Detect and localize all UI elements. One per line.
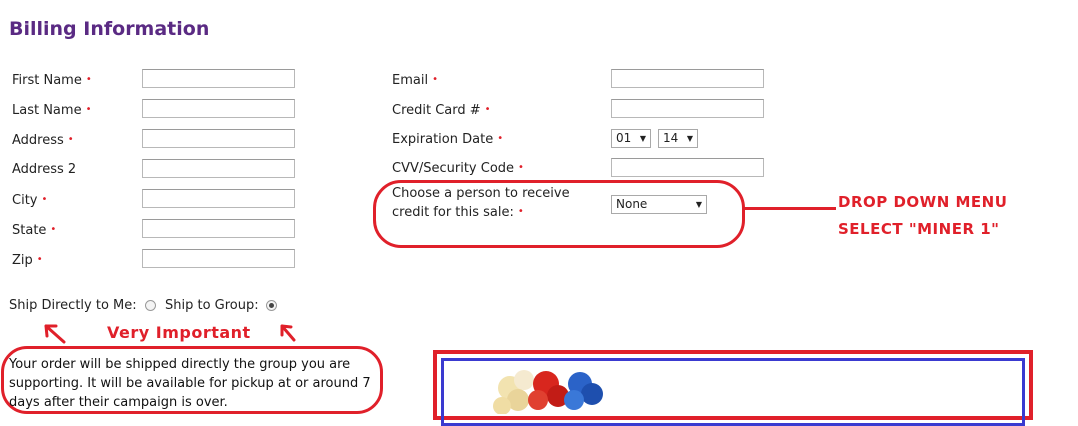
required-marker: •: [36, 254, 43, 265]
city-label: City •: [12, 193, 48, 208]
dropdown-annotation-line2: SELECT "MINER 1": [838, 220, 1000, 238]
state-label: State •: [12, 223, 57, 238]
email-label: Email •: [392, 73, 438, 88]
dropdown-annotation-line1: DROP DOWN MENU: [838, 193, 1008, 211]
annotation-connector-line: [744, 207, 836, 210]
cvv-label: CVV/Security Code •: [392, 161, 524, 176]
popcorn-kernel: [581, 383, 603, 405]
popcorn-kernel: [564, 390, 584, 410]
popcorn-image: [493, 370, 603, 414]
radio-selected-dot: [269, 303, 274, 308]
last-name-input[interactable]: [142, 99, 295, 118]
required-marker: •: [85, 74, 92, 85]
arrow-left-icon: [44, 324, 66, 344]
first-name-label: First Name •: [12, 73, 92, 88]
popcorn-kernel: [514, 370, 534, 390]
ship-group-radio[interactable]: [266, 300, 277, 311]
ship-direct-label: Ship Directly to Me:: [9, 298, 137, 313]
required-marker: •: [432, 74, 438, 85]
cvv-input[interactable]: [611, 158, 764, 177]
chevron-down-icon: ▼: [686, 134, 693, 143]
required-marker: •: [67, 134, 74, 145]
zip-label: Zip •: [12, 253, 43, 268]
credit-card-input[interactable]: [611, 99, 764, 118]
expiration-month-select[interactable]: 01 ▼: [611, 129, 651, 148]
required-marker: •: [518, 162, 524, 173]
address-label: Address •: [12, 133, 74, 148]
dropdown-highlight-ellipse: [373, 180, 745, 248]
credit-card-label: Credit Card # •: [392, 103, 491, 118]
address-input[interactable]: [142, 129, 295, 148]
email-input[interactable]: [611, 69, 764, 88]
ship-group-label: Ship to Group:: [165, 298, 259, 313]
city-input[interactable]: [142, 189, 295, 208]
required-marker: •: [484, 104, 491, 115]
ship-direct-radio[interactable]: [145, 300, 156, 311]
expiration-label: Expiration Date •: [392, 132, 504, 147]
popcorn-kernel: [528, 390, 548, 410]
required-marker: •: [85, 104, 92, 115]
first-name-input[interactable]: [142, 69, 295, 88]
state-input[interactable]: [142, 219, 295, 238]
shipping-notice: Your order will be shipped directly the …: [9, 357, 371, 410]
zip-input[interactable]: [142, 249, 295, 268]
expiration-year-select[interactable]: 14 ▼: [658, 129, 698, 148]
page-title: Billing Information: [9, 18, 210, 40]
address2-label: Address 2: [12, 162, 77, 177]
expiration-year-value: 14: [663, 131, 679, 145]
chevron-down-icon: ▼: [639, 134, 646, 143]
required-marker: •: [41, 194, 48, 205]
last-name-label: Last Name •: [12, 103, 92, 118]
address2-input[interactable]: [142, 159, 295, 178]
expiration-month-value: 01: [616, 131, 632, 145]
arrow-right-icon: [280, 324, 296, 342]
very-important-annotation: Very Important: [107, 323, 251, 342]
required-marker: •: [50, 224, 57, 235]
required-marker: •: [497, 133, 504, 144]
